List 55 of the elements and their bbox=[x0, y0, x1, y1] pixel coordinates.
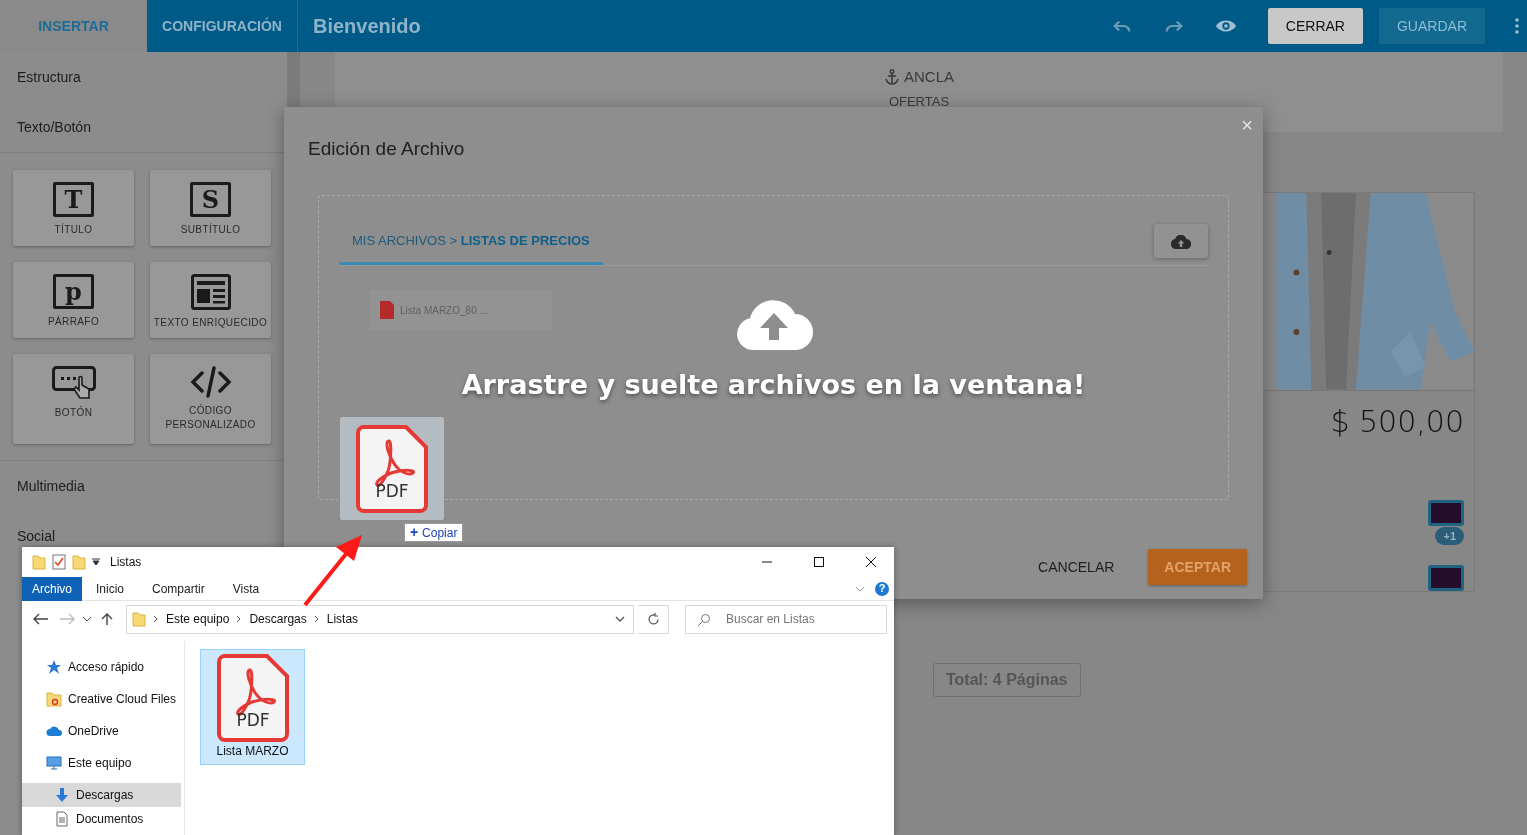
block-tile[interactable]: CÓDIGO PERSONALIZADO bbox=[150, 354, 271, 444]
page-title: Bienvenido bbox=[313, 14, 421, 39]
section-name: OFERTAS bbox=[888, 92, 950, 111]
ribbon-tab[interactable]: Archivo bbox=[22, 576, 82, 601]
nav-item[interactable]: Descargas bbox=[22, 783, 181, 807]
help-icon[interactable]: ? bbox=[875, 581, 889, 596]
nav-label: Acceso rápido bbox=[68, 659, 145, 676]
path-segment[interactable]: Listas bbox=[326, 610, 359, 628]
window-title: Listas bbox=[110, 554, 142, 571]
file-name: Lista MARZO bbox=[216, 743, 289, 760]
block-tile[interactable]: p PÁRRAFO bbox=[13, 262, 134, 338]
file-type-label: PDF bbox=[375, 480, 409, 501]
block-tile[interactable]: S SUBTÍTULO bbox=[150, 170, 271, 246]
nav-label: OneDrive bbox=[68, 723, 119, 740]
tile-label: TÍTULO bbox=[54, 223, 93, 237]
file-type-label: PDF bbox=[235, 710, 270, 730]
tile-label: BOTÓN bbox=[54, 406, 93, 420]
count-badge: +1 bbox=[1435, 526, 1464, 545]
path-segment[interactable]: Descargas bbox=[249, 610, 307, 628]
toolbar-button[interactable]: CERRAR bbox=[1267, 8, 1363, 44]
nav-item[interactable]: Acceso rápido bbox=[22, 655, 181, 679]
nav-label: Descargas bbox=[76, 787, 134, 804]
product-price: $ 500,00 bbox=[1329, 402, 1465, 441]
modal-title: Edición de Archivo bbox=[308, 138, 465, 159]
address-bar[interactable]: Este equipo Descargas Listas bbox=[126, 604, 634, 634]
tile-label: CÓDIGO PERSONALIZADO bbox=[164, 404, 257, 432]
search-field[interactable]: Buscar en Listas bbox=[685, 604, 887, 634]
sidebar-item[interactable]: Estructura bbox=[0, 52, 287, 102]
tile-label: SUBTÍTULO bbox=[180, 223, 241, 237]
tile-label: PÁRRAFO bbox=[47, 315, 100, 329]
copy-tooltip: + Copiar bbox=[404, 523, 464, 542]
nav-item[interactable]: Creative Cloud Files bbox=[22, 687, 181, 711]
block-tile[interactable]: T TÍTULO bbox=[13, 170, 134, 246]
file-item[interactable]: PDF Lista MARZO bbox=[200, 649, 305, 765]
tile-label: TEXTO ENRIQUECIDO bbox=[153, 316, 268, 330]
nav-label: Creative Cloud Files bbox=[68, 691, 177, 708]
block-tile[interactable]: BOTÓN bbox=[13, 354, 134, 444]
anchor-label: ANCLA bbox=[904, 67, 954, 87]
ribbon-tab[interactable]: Compartir bbox=[138, 576, 219, 601]
sidebar-item[interactable]: Multimedia bbox=[0, 461, 287, 511]
nav-label: Documentos bbox=[76, 811, 144, 828]
drop-message: Arrastre y suelte archivos en la ventana! bbox=[461, 368, 1086, 402]
letter-icon: p bbox=[53, 274, 94, 309]
sidebar-item[interactable]: Texto/Botón bbox=[0, 102, 287, 152]
nav-item[interactable]: OneDrive bbox=[22, 719, 181, 743]
cancel-button[interactable]: CANCELAR bbox=[1032, 555, 1121, 579]
ribbon-tab[interactable]: Inicio bbox=[82, 576, 139, 601]
path-segment[interactable]: Este equipo bbox=[166, 610, 230, 628]
letter-icon: T bbox=[53, 182, 94, 217]
letter-icon: S bbox=[190, 182, 231, 217]
ribbon-tab[interactable]: Vista bbox=[218, 576, 274, 601]
nav-label: Este equipo bbox=[68, 755, 132, 772]
nav-item[interactable]: Este equipo bbox=[22, 751, 181, 775]
block-tile[interactable]: TEXTO ENRIQUECIDO bbox=[150, 262, 271, 338]
nav-item[interactable]: Documentos bbox=[22, 807, 181, 831]
